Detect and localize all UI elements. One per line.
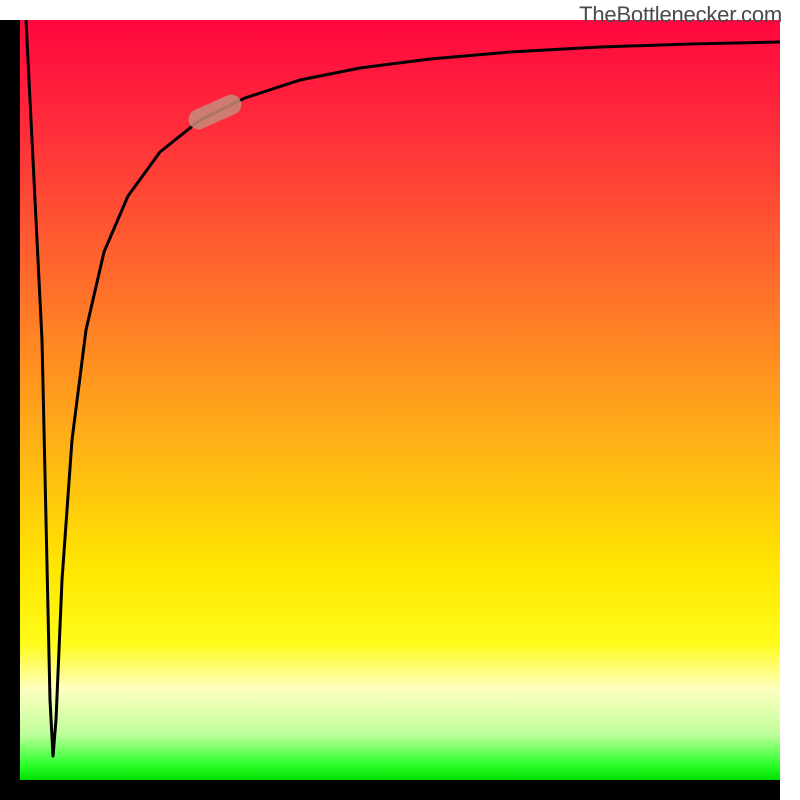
gradient-background [20,20,780,780]
attribution-text: TheBottlenecker.com [579,2,782,28]
x-axis-bar [20,780,780,800]
chart-stage: TheBottlenecker.com [0,0,800,800]
y-axis-bar [0,20,20,780]
axis-origin-corner [0,780,20,800]
plot-area [20,20,780,780]
